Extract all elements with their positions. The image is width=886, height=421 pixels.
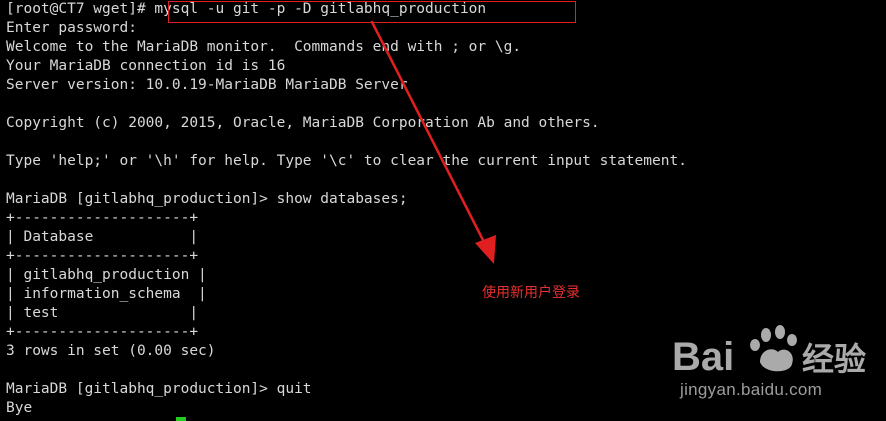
terminal-line-rows-count: 3 rows in set (0.00 sec) — [6, 343, 216, 359]
terminal-line-show-databases: MariaDB [gitlabhq_production]> show data… — [6, 191, 408, 207]
baidu-jingyan-watermark: Bai 经验 jingyan.baidu.com — [668, 318, 878, 418]
table-border: +--------------------+ — [6, 210, 199, 226]
terminal-line-welcome: Welcome to the MariaDB monitor. Commands… — [6, 39, 522, 55]
table-border: +--------------------+ — [6, 248, 199, 264]
table-row: | test | — [6, 305, 199, 321]
terminal-line-quit: MariaDB [gitlabhq_production]> quit — [6, 381, 312, 397]
table-row: | gitlabhq_production | — [6, 267, 207, 283]
table-row: | information_schema | — [6, 286, 207, 302]
terminal-line-connection: Your MariaDB connection id is 16 — [6, 58, 286, 74]
command-highlight-box — [168, 1, 576, 23]
terminal-line-bye: Bye — [6, 400, 33, 416]
table-header: | Database | — [6, 229, 199, 245]
svg-text:Bai: Bai — [672, 335, 734, 379]
watermark-url: jingyan.baidu.com — [680, 380, 823, 399]
terminal-window[interactable]: [root@CT7 wget]# mysql -u git -p -D gitl… — [0, 0, 886, 421]
terminal-cursor — [176, 417, 186, 421]
terminal-line-server: Server version: 10.0.19-MariaDB MariaDB … — [6, 77, 408, 93]
baidu-paw-logo-icon: Bai 经验 — [672, 325, 866, 379]
terminal-line-copyright: Copyright (c) 2000, 2015, Oracle, MariaD… — [6, 115, 600, 131]
terminal-line-help: Type 'help;' or '\h' for help. Type '\c'… — [6, 153, 687, 169]
annotation-text: 使用新用户登录 — [482, 285, 580, 301]
table-border: +--------------------+ — [6, 324, 199, 340]
terminal-line-password: Enter password: — [6, 20, 137, 36]
svg-text:经验: 经验 — [802, 340, 866, 378]
